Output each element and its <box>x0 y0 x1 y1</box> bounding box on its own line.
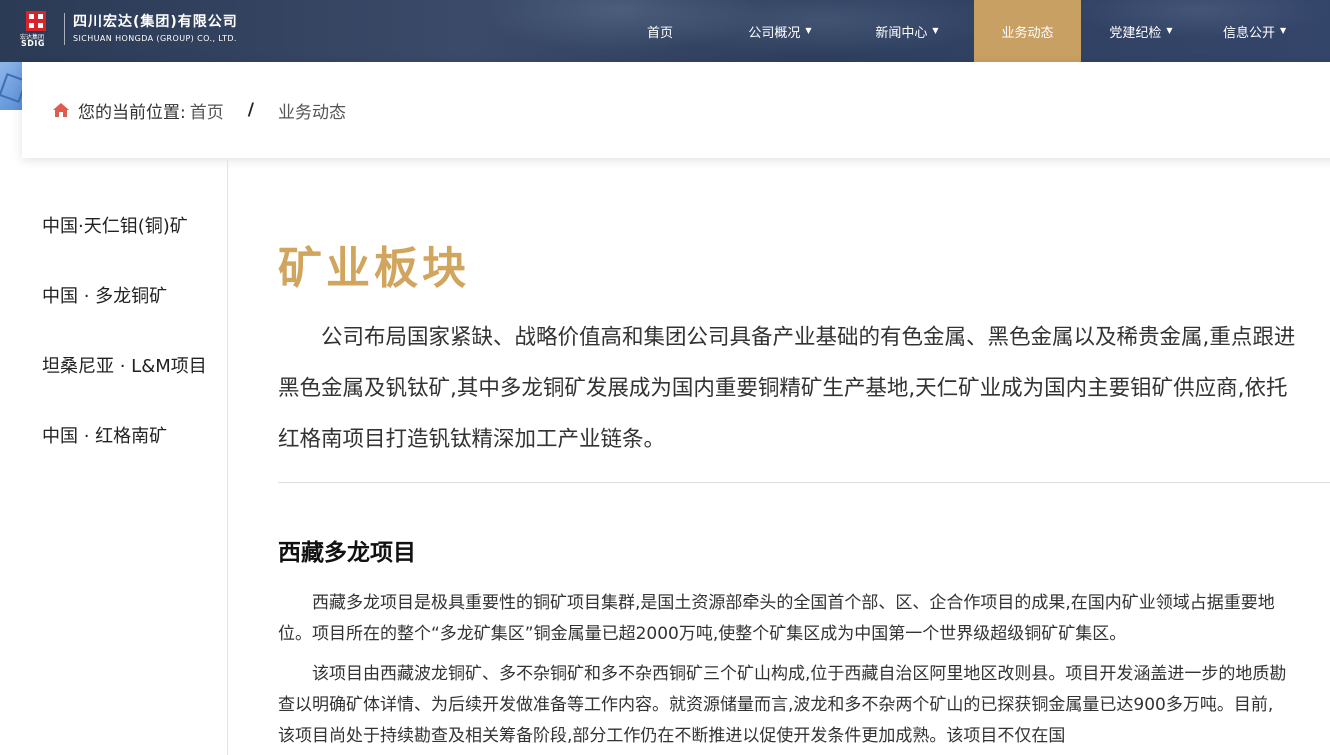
sidebar-item-tianren[interactable]: 中国·天仁钼(铜)矿 <box>42 212 188 238</box>
logo-company-name-cn: 四川宏达(集团)有限公司 <box>73 14 238 30</box>
intro-paragraph: 公司布局国家紧缺、战略价值高和集团公司具备产业基础的有色金属、黑色金属以及稀贵金… <box>278 325 1296 452</box>
nav-item-company-overview[interactable]: 公司概况 ▼ <box>720 0 840 62</box>
caret-down-icon: ▼ <box>932 25 939 35</box>
section-subtitle: 西藏多龙项目 <box>278 540 416 566</box>
nav-label: 新闻中心 <box>875 25 928 41</box>
caret-down-icon: ▼ <box>1166 25 1173 35</box>
logo-company-name-en: SICHUAN HONGDA (GROUP) CO., LTD. <box>73 34 237 43</box>
section-divider <box>278 482 1330 483</box>
logo-text: 四川宏达(集团)有限公司 SICHUAN HONGDA (GROUP) CO.,… <box>73 13 238 45</box>
caret-down-icon: ▼ <box>1280 25 1287 35</box>
sidebar-item-duolong[interactable]: 中国 · 多龙铜矿 <box>42 282 167 308</box>
page-title: 矿业板块 <box>278 243 470 294</box>
sidebar-item-hongge-south[interactable]: 中国 · 红格南矿 <box>42 422 167 448</box>
nav-item-party-discipline[interactable]: 党建纪检 ▼ <box>1081 0 1201 62</box>
breadcrumb-label: 您的当前位置: <box>78 102 186 123</box>
site-header: 宏达集团 SDIG 四川宏达(集团)有限公司 SICHUAN HONGDA (G… <box>0 0 1330 62</box>
nav-label: 信息公开 <box>1223 25 1276 41</box>
breadcrumb: 您的当前位置: 首页 / 业务动态 <box>22 62 1330 158</box>
nav-label: 业务动态 <box>1001 25 1054 41</box>
breadcrumb-current: 业务动态 <box>277 102 346 123</box>
body-paragraph: 该项目由西藏波龙铜矿、多不杂铜矿和多不杂西铜矿三个矿山构成,位于西藏自治区阿里地… <box>278 664 1287 746</box>
home-icon <box>53 103 69 117</box>
nav-label: 公司概况 <box>748 25 801 41</box>
main-nav: 首页 公司概况 ▼ 新闻中心 ▼ 业务动态 党建纪检 ▼ 信息公开 ▼ <box>600 0 1330 62</box>
banner-decoration <box>0 62 22 110</box>
caret-down-icon: ▼ <box>805 25 812 35</box>
nav-item-business-news[interactable]: 业务动态 <box>974 0 1081 62</box>
sidebar-item-tanzania[interactable]: 坦桑尼亚 · L&M项目 <box>42 352 207 378</box>
nav-label: 党建纪检 <box>1109 25 1162 41</box>
sidebar: 中国·天仁钼(铜)矿 中国 · 多龙铜矿 坦桑尼亚 · L&M项目 中国 · 红… <box>0 160 228 755</box>
body-paragraph: 西藏多龙项目是极具重要性的铜矿项目集群,是国土资源部牵头的全国首个部、区、企合作… <box>278 593 1275 644</box>
logo-mark-en: SDIG <box>21 39 45 48</box>
breadcrumb-separator: / <box>247 100 254 120</box>
breadcrumb-home-link[interactable]: 首页 <box>190 98 224 123</box>
logo-mark-icon: 宏达集团 SDIG <box>18 10 54 48</box>
nav-label: 首页 <box>646 25 673 41</box>
logo-divider <box>64 13 65 45</box>
nav-item-news-center[interactable]: 新闻中心 ▼ <box>840 0 974 62</box>
nav-item-info-disclosure[interactable]: 信息公开 ▼ <box>1201 0 1330 62</box>
company-logo[interactable]: 宏达集团 SDIG 四川宏达(集团)有限公司 SICHUAN HONGDA (G… <box>18 10 238 48</box>
nav-item-home[interactable]: 首页 <box>600 0 720 62</box>
